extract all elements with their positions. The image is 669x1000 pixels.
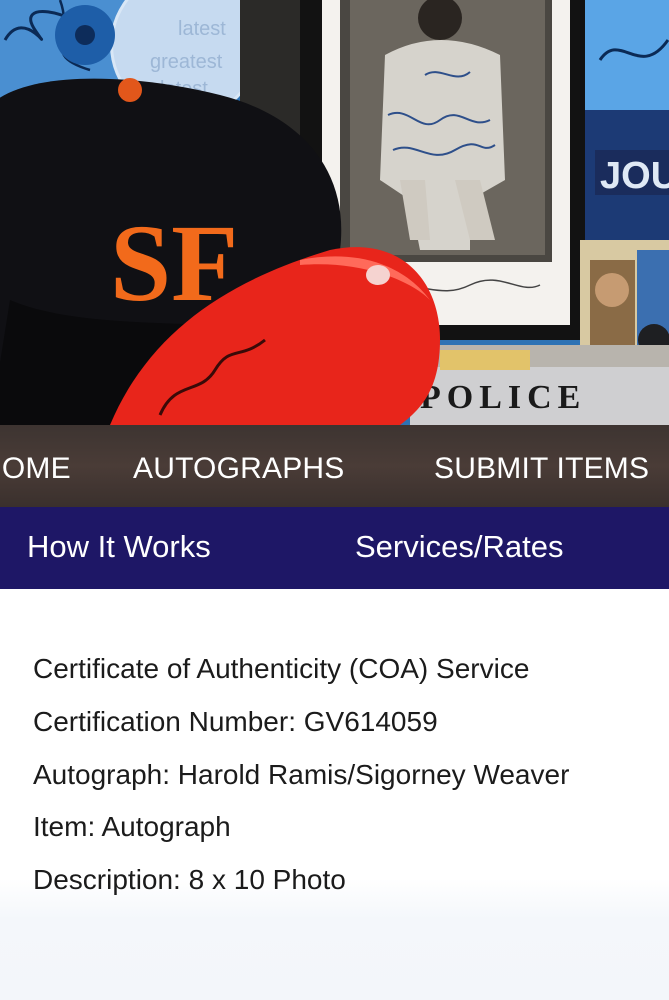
svg-text:greatest: greatest (150, 51, 223, 73)
nav-home-link[interactable]: HOME (0, 425, 71, 507)
police-sign-image: POLICE (410, 345, 669, 425)
sub-nav: How It Works Services/Rates (0, 507, 669, 589)
certificate-info: Certificate of Authenticity (COA) Servic… (0, 589, 669, 1000)
hero-banner: latest greatest latest (0, 0, 669, 425)
main-nav: HOME AUTOGRAPHS SUBMIT ITEMS (0, 425, 669, 507)
svg-text:JOU: JOU (600, 155, 669, 197)
nav-how-it-works-link[interactable]: How It Works (27, 507, 211, 589)
item-text: Item: Autograph (33, 811, 231, 842)
certification-number-text: Certification Number: GV614059 (33, 706, 438, 737)
coa-service-text: Certificate of Authenticity (COA) Servic… (33, 653, 530, 684)
svg-text:latest: latest (178, 18, 226, 40)
description-text: Description: 8 x 10 Photo (33, 864, 346, 895)
svg-text:POLICE: POLICE (420, 379, 586, 416)
autograph-text: Autograph: Harold Ramis/Sigorney Weaver (33, 759, 570, 790)
nav-services-rates-link[interactable]: Services/Rates (355, 507, 563, 589)
nav-submit-items-link[interactable]: SUBMIT ITEMS (434, 425, 649, 507)
nav-autographs-link[interactable]: AUTOGRAPHS (133, 425, 345, 507)
